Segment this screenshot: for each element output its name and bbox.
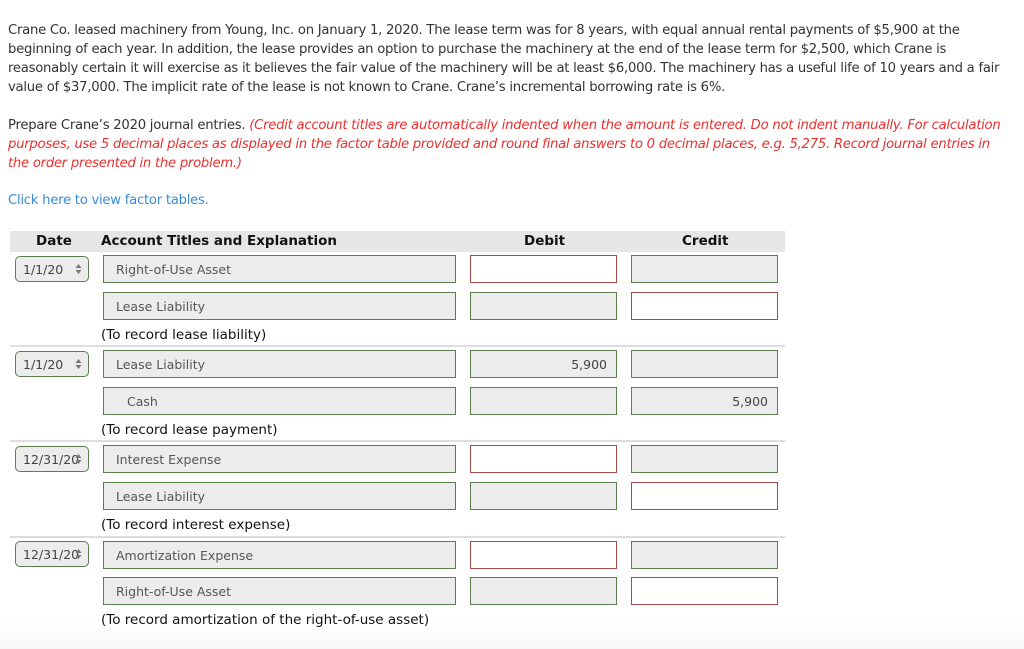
account-field[interactable]: Cash — [103, 387, 456, 415]
credit-field[interactable] — [631, 292, 778, 320]
header-credit: Credit — [682, 233, 729, 249]
account-value: Cash — [127, 394, 158, 409]
entry-explanation: (To record lease payment) — [101, 422, 278, 438]
instructions-prompt: Prepare Crane’s 2020 journal entries. — [8, 118, 250, 133]
account-value: Amortization Expense — [116, 548, 254, 563]
account-field[interactable]: Amortization Expense — [103, 541, 456, 569]
spinner-arrows-icon — [75, 264, 82, 274]
credit-field[interactable] — [631, 577, 778, 605]
credit-field[interactable] — [631, 445, 778, 473]
debit-field[interactable] — [470, 292, 617, 320]
account-field[interactable]: Lease Liability — [103, 292, 456, 320]
date-select[interactable]: 1/1/20 — [15, 351, 89, 377]
debit-value: 5,900 — [571, 357, 607, 372]
debit-field[interactable] — [470, 541, 617, 569]
header-date: Date — [36, 233, 72, 249]
credit-field[interactable] — [631, 350, 778, 378]
credit-value: 5,900 — [732, 394, 768, 409]
date-select[interactable]: 12/31/20 — [15, 541, 89, 567]
entry-divider — [10, 440, 785, 442]
date-select[interactable]: 12/31/20 — [15, 446, 89, 472]
debit-field[interactable] — [470, 445, 617, 473]
account-field[interactable]: Interest Expense — [103, 445, 456, 473]
debit-field[interactable]: 5,900 — [470, 350, 617, 378]
date-select[interactable]: 1/1/20 — [15, 256, 89, 282]
factor-tables-link[interactable]: Click here to view factor tables. — [8, 193, 209, 208]
account-field[interactable]: Right-of-Use Asset — [103, 577, 456, 605]
date-value: 1/1/20 — [23, 357, 64, 372]
entry-divider — [10, 536, 785, 538]
journal-table-header: Date Account Titles and Explanation Debi… — [10, 231, 785, 252]
account-value: Right-of-Use Asset — [116, 584, 232, 599]
credit-field[interactable] — [631, 541, 778, 569]
debit-field[interactable] — [470, 255, 617, 283]
entry-explanation: (To record amortization of the right-of-… — [101, 612, 430, 628]
account-field[interactable]: Lease Liability — [103, 482, 456, 510]
spinner-arrows-icon — [75, 359, 82, 369]
debit-field[interactable] — [470, 577, 617, 605]
header-account: Account Titles and Explanation — [101, 233, 338, 249]
instructions: Prepare Crane’s 2020 journal entries. (C… — [8, 116, 1008, 173]
entry-explanation: (To record lease liability) — [101, 327, 267, 343]
credit-field[interactable]: 5,900 — [631, 387, 778, 415]
account-value: Lease Liability — [116, 299, 206, 314]
debit-field[interactable] — [470, 387, 617, 415]
header-debit: Debit — [524, 233, 566, 249]
date-value: 12/31/20 — [23, 547, 80, 562]
date-value: 1/1/20 — [23, 262, 64, 277]
account-field[interactable]: Right-of-Use Asset — [103, 255, 456, 283]
entry-explanation: (To record interest expense) — [101, 517, 291, 533]
credit-field[interactable] — [631, 482, 778, 510]
debit-field[interactable] — [470, 482, 617, 510]
account-value: Interest Expense — [116, 452, 222, 467]
account-value: Right-of-Use Asset — [116, 262, 232, 277]
account-value: Lease Liability — [116, 489, 206, 504]
credit-field[interactable] — [631, 255, 778, 283]
account-value: Lease Liability — [116, 357, 206, 372]
entry-divider — [10, 345, 785, 347]
spinner-arrows-icon — [75, 454, 82, 464]
account-field[interactable]: Lease Liability — [103, 350, 456, 378]
spinner-arrows-icon — [75, 549, 82, 559]
date-value: 12/31/20 — [23, 452, 80, 467]
problem-statement: Crane Co. leased machinery from Young, I… — [8, 23, 1000, 95]
